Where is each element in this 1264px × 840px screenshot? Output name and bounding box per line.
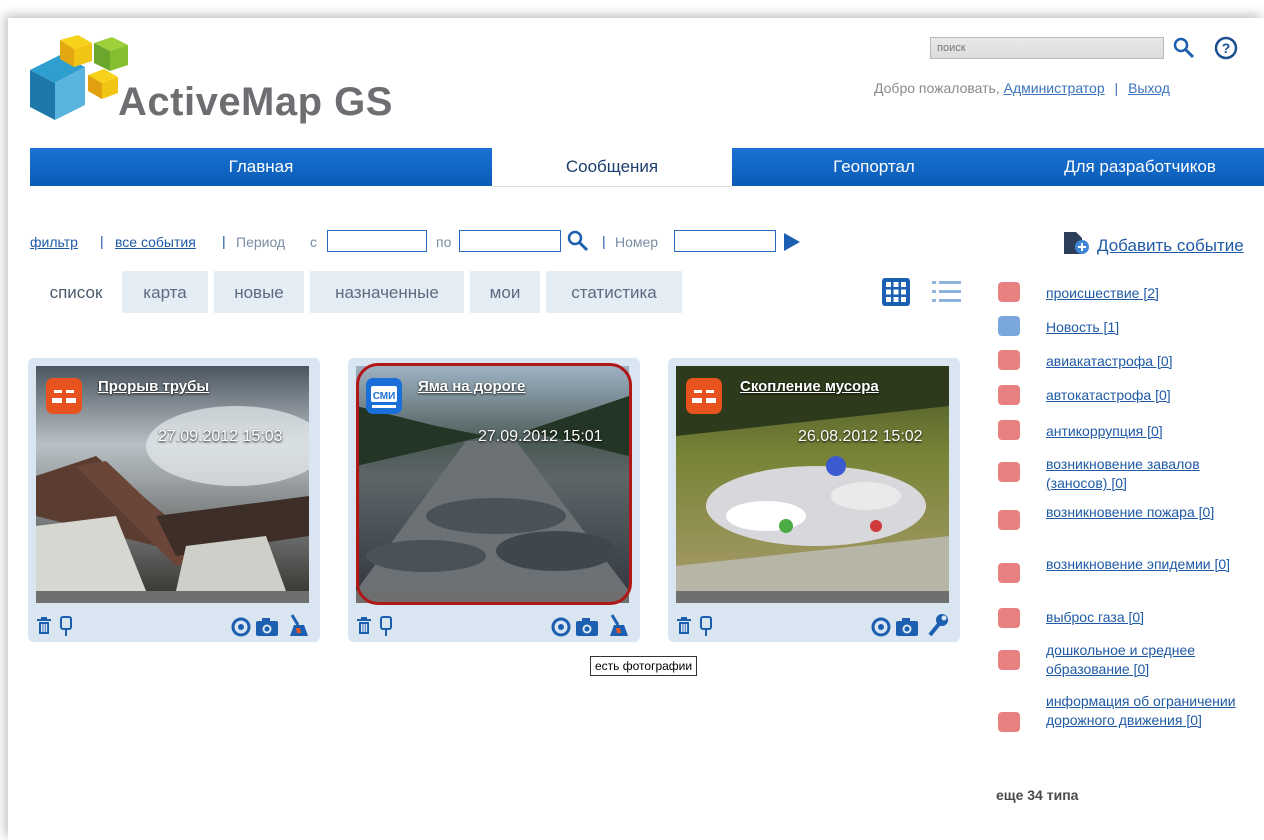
- category-link[interactable]: возникновение эпидемии [0]: [1046, 555, 1256, 574]
- search-icon[interactable]: [1172, 36, 1196, 60]
- search-input[interactable]: [930, 37, 1164, 59]
- svg-text:?: ?: [1222, 40, 1231, 56]
- tab-map[interactable]: карта: [122, 271, 208, 313]
- road-restriction-icon: [998, 712, 1020, 732]
- marker-icon[interactable]: [60, 616, 72, 636]
- period-label: Период: [236, 234, 286, 250]
- tab-assigned[interactable]: назначенные: [310, 271, 464, 313]
- anticorruption-icon: [998, 420, 1020, 440]
- user-link[interactable]: Администратор: [1004, 80, 1105, 96]
- photo-bar: [36, 591, 309, 603]
- category-link[interactable]: авиакатастрофа [0]: [1046, 352, 1256, 371]
- tab-new[interactable]: новые: [214, 271, 304, 313]
- all-events-link[interactable]: все события: [115, 234, 196, 250]
- category-link[interactable]: автокатастрофа [0]: [1046, 386, 1256, 405]
- location-icon[interactable]: [871, 617, 891, 637]
- number-input[interactable]: [674, 230, 776, 252]
- help-icon[interactable]: ?: [1214, 36, 1238, 60]
- separator: |: [222, 233, 226, 249]
- add-event-link[interactable]: Добавить событие: [1097, 236, 1244, 256]
- logout-link[interactable]: Выход: [1128, 80, 1170, 96]
- event-date: 26.08.2012 15:02: [798, 428, 923, 445]
- event-title[interactable]: Скопление мусора: [740, 378, 879, 395]
- category-link[interactable]: происшествие [2]: [1046, 284, 1256, 303]
- incident-icon: [686, 378, 722, 414]
- main-nav: Главная Сообщения Геопортал Для разработ…: [30, 148, 1264, 187]
- separator: |: [100, 233, 104, 249]
- event-card[interactable]: Скопление мусора 26.08.2012 15:02: [668, 358, 960, 642]
- grid-view-icon[interactable]: [882, 278, 910, 306]
- category-link[interactable]: возникновение пожара [0]: [1046, 503, 1256, 522]
- filter-link[interactable]: фильтр: [30, 234, 78, 250]
- search-dates-icon[interactable]: [566, 229, 590, 253]
- category-link[interactable]: возникновение завалов (заносов) [0]: [1046, 455, 1256, 493]
- camera-icon[interactable]: [895, 617, 919, 637]
- nav-item-messages[interactable]: Сообщения: [492, 148, 732, 187]
- event-title[interactable]: Прорыв трубы: [98, 378, 209, 395]
- incident-icon: [46, 378, 82, 414]
- incident-category-icon: [998, 282, 1020, 302]
- welcome-line: Добро пожаловать, Администратор | Выход: [874, 80, 1170, 96]
- logo-cubes-icon: [30, 35, 128, 120]
- fire-icon: [998, 510, 1020, 530]
- add-event-icon[interactable]: [1062, 230, 1090, 256]
- delete-icon[interactable]: [356, 617, 372, 635]
- gas-leak-icon: [998, 608, 1020, 628]
- blockage-icon: [998, 462, 1020, 482]
- event-card[interactable]: Прорыв трубы 27.09.2012 15:03: [28, 358, 320, 642]
- marker-icon[interactable]: [700, 616, 712, 636]
- cleanup-icon[interactable]: [606, 613, 630, 637]
- epidemic-icon: [998, 563, 1020, 583]
- delete-icon[interactable]: [36, 617, 52, 635]
- date-to-input[interactable]: [459, 230, 561, 252]
- separator: |: [602, 233, 606, 249]
- more-types-label[interactable]: еще 34 типа: [996, 787, 1078, 803]
- nav-item-developers[interactable]: Для разработчиков: [1016, 148, 1264, 186]
- wrench-icon[interactable]: [926, 613, 950, 637]
- list-view-icon[interactable]: [932, 279, 962, 305]
- cleanup-icon[interactable]: [286, 613, 310, 637]
- play-arrow-icon[interactable]: [782, 232, 802, 252]
- welcome-text: Добро пожаловать,: [874, 80, 1000, 96]
- nav-item-home[interactable]: Главная: [30, 148, 492, 186]
- category-link[interactable]: дошкольное и среднее образование [0]: [1046, 641, 1256, 679]
- marker-icon[interactable]: [380, 616, 392, 636]
- number-label: Номер: [615, 234, 659, 250]
- location-icon[interactable]: [231, 617, 251, 637]
- tab-list[interactable]: список: [30, 271, 122, 313]
- category-link[interactable]: Новость [1]: [1046, 318, 1256, 337]
- separator: |: [1114, 80, 1119, 96]
- camera-icon[interactable]: [575, 617, 599, 637]
- tab-statistics[interactable]: статистика: [546, 271, 682, 313]
- to-label: по: [436, 234, 452, 250]
- camera-icon[interactable]: [255, 617, 279, 637]
- car-crash-icon: [998, 385, 1020, 405]
- from-label: с: [310, 234, 317, 250]
- highlight-frame: [356, 363, 632, 605]
- category-link[interactable]: выброс газа [0]: [1046, 608, 1256, 627]
- nav-item-geoportal[interactable]: Геопортал: [732, 148, 1016, 186]
- category-link[interactable]: антикоррупция [0]: [1046, 422, 1256, 441]
- news-category-icon: [998, 316, 1020, 336]
- photo-bar: [676, 591, 949, 603]
- location-icon[interactable]: [551, 617, 571, 637]
- education-icon: [998, 650, 1020, 670]
- plane-crash-icon: [998, 350, 1020, 370]
- delete-icon[interactable]: [676, 617, 692, 635]
- logo[interactable]: [30, 35, 128, 125]
- tab-mine[interactable]: мои: [470, 271, 540, 313]
- category-link[interactable]: информация об ограничении дорожного движ…: [1046, 692, 1251, 730]
- date-from-input[interactable]: [327, 230, 427, 252]
- logo-text[interactable]: ActiveMap GS: [118, 80, 393, 125]
- event-date: 27.09.2012 15:03: [158, 428, 283, 445]
- photos-tooltip: есть фотографии: [590, 656, 698, 676]
